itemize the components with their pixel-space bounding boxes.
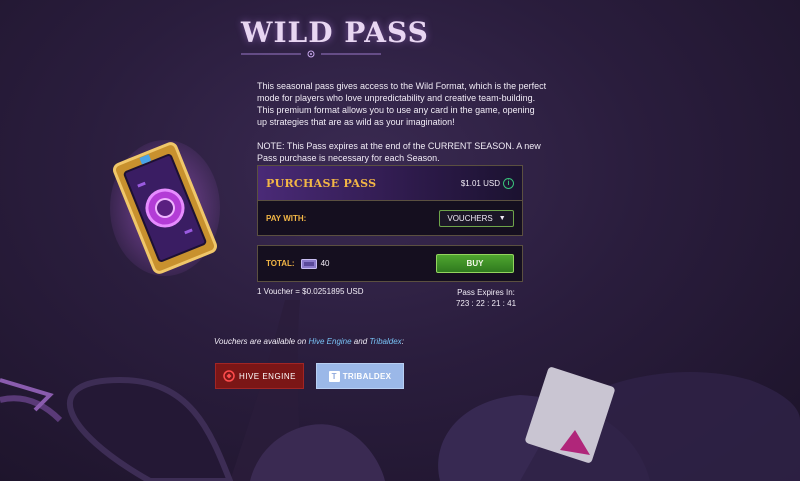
voucher-rate: 1 Voucher = $0.0251895 USD [257, 287, 364, 296]
tribaldex-link[interactable]: Tribaldex [369, 337, 401, 346]
vouchers-availability-note: Vouchers are available on Hive Engine an… [214, 337, 404, 346]
pay-with-row: PAY WITH: VOUCHERS ▼ [258, 201, 522, 236]
pass-expiry: Pass Expires In: 723 : 22 : 21 : 41 [449, 287, 523, 309]
total-label: TOTAL: [266, 259, 295, 268]
chevron-down-icon: ▼ [498, 215, 506, 222]
note-prefix: Vouchers are available on [214, 337, 309, 346]
pass-ticket-image [110, 140, 220, 276]
purchase-panel: PURCHASE PASS $1.01 USD i PAY WITH: VOUC… [257, 165, 523, 236]
buy-button[interactable]: BUY [436, 254, 514, 273]
pay-with-label: PAY WITH: [266, 214, 307, 223]
pass-description: This seasonal pass gives access to the W… [257, 80, 547, 176]
info-icon[interactable]: i [503, 177, 514, 189]
hive-engine-link[interactable]: Hive Engine [308, 337, 351, 346]
season-note: NOTE: This Pass expires at the end of th… [257, 141, 541, 163]
voucher-icon [300, 258, 317, 269]
page-title: WILD PASS [241, 16, 429, 49]
tribaldex-logo-icon: T [328, 370, 340, 382]
expires-countdown: 723 : 22 : 21 : 41 [455, 299, 517, 308]
purchase-title: PURCHASE PASS [266, 176, 377, 190]
price-value: $1.01 USD [460, 178, 500, 188]
tribaldex-button[interactable]: T TRIBALDEX [316, 363, 404, 389]
hive-engine-button[interactable]: HIVE ENGINE [215, 363, 304, 389]
note-joiner: and [351, 337, 370, 346]
total-panel: TOTAL: 40 BUY [257, 245, 523, 282]
expires-label: Pass Expires In: [457, 288, 515, 297]
price-display: $1.01 USD i [460, 177, 514, 189]
hive-engine-logo-icon [223, 370, 235, 382]
payment-method-select[interactable]: VOUCHERS ▼ [439, 210, 514, 227]
purchase-header: PURCHASE PASS $1.01 USD i [258, 166, 522, 201]
tribaldex-label: TRIBALDEX [342, 371, 392, 381]
hive-engine-label: HIVE ENGINE [238, 371, 297, 381]
title-ornament-divider [241, 50, 381, 58]
total-amount: 40 [320, 259, 330, 268]
note-suffix: : [401, 337, 404, 346]
description-paragraph: This seasonal pass gives access to the W… [257, 81, 547, 127]
payment-method-value: VOUCHERS [447, 214, 493, 223]
